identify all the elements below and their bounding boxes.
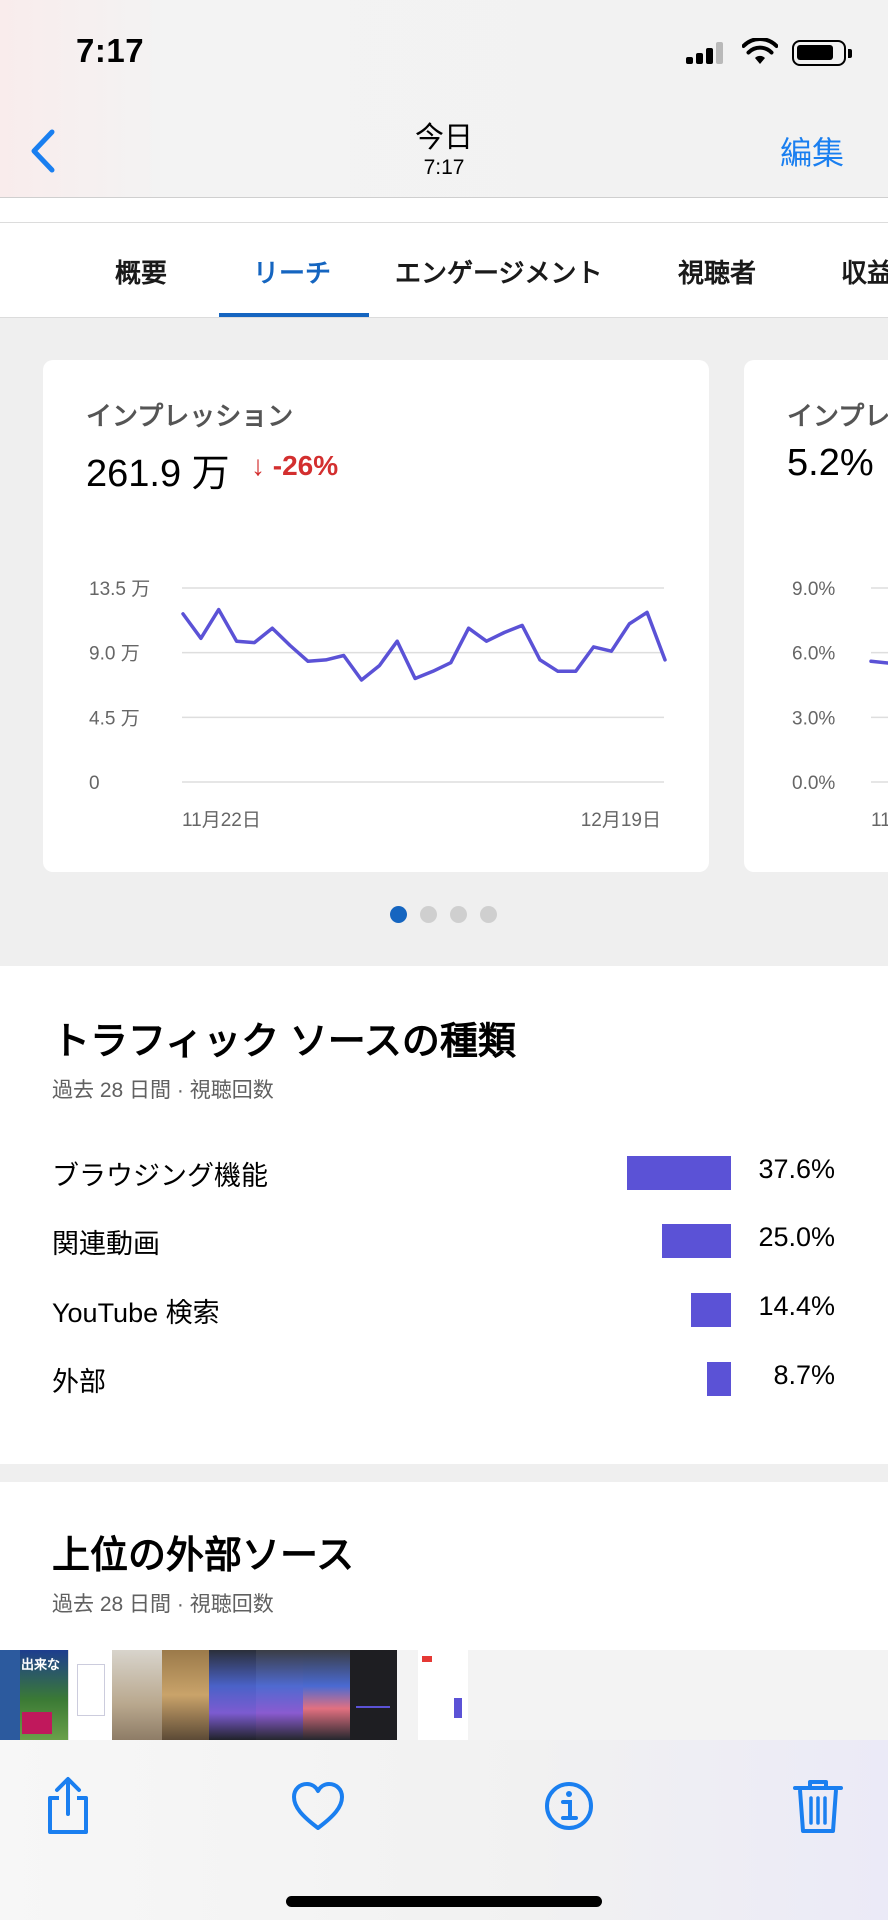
tab-engagement[interactable]: エンゲージメント	[395, 253, 602, 290]
photo-thumbnail[interactable]	[209, 1650, 256, 1740]
traffic-row-value: 14.4%	[758, 1291, 835, 1321]
photo-thumbnail[interactable]	[162, 1650, 209, 1740]
x-tick-label: 12月19日	[581, 810, 661, 831]
section-divider	[0, 1464, 888, 1482]
status-time: 7:17	[76, 32, 145, 69]
traffic-row-value: 25.0%	[758, 1222, 835, 1252]
impressions-line-chart: 13.5 万 9.0 万 4.5 万 0 11月22日 12月19日	[89, 579, 667, 831]
photo-thumbnail[interactable]	[68, 1650, 112, 1740]
photo-thumbnail[interactable]	[256, 1650, 303, 1740]
photo-thumbnail[interactable]	[112, 1650, 162, 1740]
photo-thumbnail[interactable]	[418, 1650, 468, 1740]
carousel-page-indicator	[0, 906, 888, 926]
traffic-row-bar	[707, 1362, 731, 1396]
section-subtitle: 過去 28 日間 · 視聴回数	[52, 1079, 274, 1102]
y-tick-label: 13.5 万	[89, 579, 150, 600]
traffic-row-bar	[691, 1293, 731, 1327]
traffic-row-label: YouTube 検索	[52, 1298, 220, 1328]
tab-reach[interactable]: リーチ	[253, 253, 331, 290]
traffic-row-value: 37.6%	[758, 1154, 835, 1184]
traffic-row-value: 8.7%	[773, 1360, 835, 1390]
traffic-sources-section: トラフィック ソースの種類 過去 28 日間 · 視聴回数 ブラウジング機能 3…	[0, 966, 888, 1464]
battery-icon	[792, 40, 852, 66]
traffic-row-bar	[627, 1156, 731, 1190]
navigation-bar: 7:17 今日 7:17 編集	[0, 0, 888, 198]
y-tick-label: 0	[89, 773, 100, 794]
page-dot[interactable]	[450, 906, 467, 923]
section-subtitle: 過去 28 日間 · 視聴回数	[52, 1593, 274, 1616]
external-sources-section: 上位の外部ソース 過去 28 日間 · 視聴回数	[0, 1482, 888, 1652]
y-tick-label: 0.0%	[792, 773, 835, 794]
series-line	[869, 659, 888, 665]
header-subtitle: 7:17	[423, 156, 465, 179]
ctr-card[interactable]: インプレッションのクリック率 5.2% 9.0%6.0%3.0%0.0%11	[744, 360, 888, 872]
heart-icon[interactable]	[290, 1776, 346, 1836]
traffic-row-bar	[662, 1224, 731, 1258]
info-icon[interactable]	[541, 1776, 597, 1836]
photo-thumbnail[interactable]	[350, 1650, 397, 1740]
photo-thumbnail-strip: 出来な	[0, 1650, 888, 1740]
photo-thumbnail[interactable]: 出来な	[20, 1650, 68, 1740]
y-tick-label: 4.5 万	[89, 708, 140, 729]
photo-thumbnail[interactable]	[303, 1650, 350, 1740]
page-dot[interactable]	[420, 906, 437, 923]
section-title: トラフィック ソースの種類	[52, 1021, 516, 1063]
x-tick-label: 11月22日	[182, 810, 261, 831]
tab-bar: 概要 リーチ エンゲージメント 視聴者 収益	[0, 222, 888, 318]
traffic-row-label: ブラウジング機能	[52, 1161, 268, 1191]
status-icons	[672, 38, 852, 68]
impressions-card[interactable]: インプレッション 261.9 万 ↓ -26% 13.5 万 9.0 万 4.5 万…	[43, 360, 709, 872]
photo-thumbnail[interactable]	[0, 1650, 20, 1740]
traffic-row-label: 関連動画	[52, 1229, 160, 1259]
y-tick-label: 9.0%	[792, 579, 835, 600]
page-dot[interactable]	[390, 906, 407, 923]
y-tick-label: 6.0%	[792, 644, 835, 665]
thumbnail-text: 出来な	[21, 1657, 61, 1672]
share-icon[interactable]	[40, 1776, 96, 1836]
trash-icon[interactable]	[790, 1776, 846, 1836]
page-dot[interactable]	[480, 906, 497, 923]
y-tick-label: 3.0%	[792, 708, 835, 729]
edit-button[interactable]: 編集	[780, 128, 844, 174]
traffic-row-label: 外部	[52, 1367, 106, 1397]
header-title: 今日	[414, 122, 473, 154]
wifi-icon	[742, 38, 778, 64]
x-tick-label: 11	[871, 810, 888, 831]
tab-revenue[interactable]: 収益	[841, 253, 888, 290]
ctr-line-chart: 9.0% 6.0% 3.0% 0.0% 11	[792, 579, 888, 831]
active-tab-indicator	[219, 313, 369, 317]
home-indicator	[286, 1896, 602, 1907]
photos-toolbar	[0, 1740, 888, 1920]
section-title: 上位の外部ソース	[52, 1535, 355, 1577]
cellular-signal-icon	[686, 42, 730, 64]
tab-overview[interactable]: 概要	[115, 253, 167, 290]
tab-audience[interactable]: 視聴者	[678, 253, 756, 290]
series-line	[181, 607, 667, 682]
y-tick-label: 9.0 万	[89, 644, 140, 665]
